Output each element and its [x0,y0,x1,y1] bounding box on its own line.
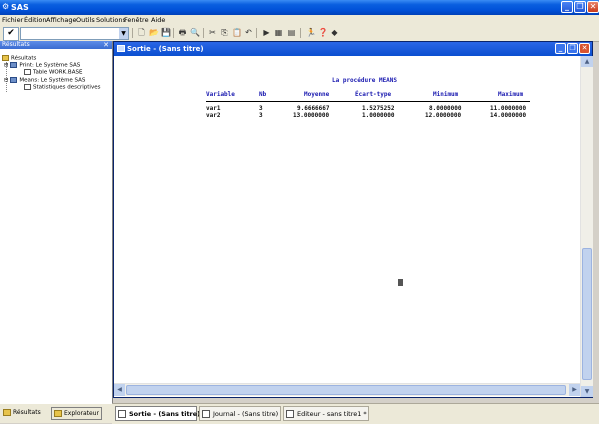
task-editeur[interactable]: Editeur - sans titre1 * [283,406,369,421]
toolbar-separator [300,28,301,38]
column-header: Écart-type [355,91,392,98]
column-header: Moyenne [304,91,330,98]
editor-window-icon [286,410,294,418]
table-cell: 3 [259,105,263,112]
menu-affichage[interactable]: Affichage [46,16,77,25]
table-cell: var2 [206,112,221,119]
output-close-button[interactable]: ✕ [579,43,590,54]
log-window-icon [202,410,210,418]
tree-item-table-work-base[interactable]: Table WORK.BASE [24,69,82,77]
open-icon[interactable]: 📂 [149,28,159,38]
chevron-down-icon[interactable]: ▼ [119,28,128,39]
menu-outils[interactable]: Outils [76,16,95,25]
document-icon [24,69,31,75]
paste-icon[interactable]: 📋 [232,28,242,38]
toolbar-separator [203,28,204,38]
output-window-icon [117,45,125,52]
table-cell: 12.0000000 [425,112,462,119]
app-title: SAS [11,3,29,12]
vertical-scrollbar[interactable]: ▲ ▼ [580,56,593,397]
scroll-right-icon[interactable]: ▶ [569,384,580,396]
print-icon[interactable]: 🖶 [178,28,187,38]
close-button[interactable]: ✕ [587,1,599,13]
table-cell: 1.0000000 [362,112,395,119]
window-taskbar: Sortie - (Sans titre) Journal - (Sans ti… [112,403,599,424]
new-icon[interactable]: 🗋 [137,28,146,38]
tab-explorateur[interactable]: Explorateur [51,407,102,420]
results-panel-header: Résultats ✕ [0,41,112,49]
results-tab-icon [3,409,11,416]
help-icon[interactable]: ❓ [318,28,328,38]
column-header: Variable [206,91,235,98]
print-preview-icon[interactable]: 🔍 [190,28,200,38]
table-cell: 8.0000000 [429,105,462,112]
explorer-icon[interactable]: ▦ [274,28,283,38]
table-cell: 3 [259,112,263,119]
table-cell: 13.0000000 [293,112,330,119]
results-panel-tabs: Résultats Explorateur [0,404,112,423]
sas-logo-icon[interactable]: ◆ [330,28,339,38]
table-cell: 11.0000000 [490,105,527,112]
output-minimize-button[interactable]: _ [555,43,566,54]
column-header: Maximum [498,91,524,98]
document-icon [24,84,31,90]
toolbar-separator [132,28,133,38]
column-header: Minimum [433,91,459,98]
table-rule-top [206,101,530,102]
results-tree-icon [2,55,9,61]
menu-bar: Fichier Édition Affichage Outils Solutio… [0,15,599,26]
task-journal[interactable]: Journal - (Sans titre) [199,406,281,421]
save-icon[interactable]: 💾 [161,28,171,38]
submit-icon[interactable]: ▶ [262,28,271,38]
output-window-icon [118,410,126,418]
text-cursor [398,279,403,286]
table-cell: 14.0000000 [490,112,527,119]
results-icon[interactable]: ▤ [287,28,296,38]
close-icon[interactable]: ✕ [103,41,109,49]
menu-fichier[interactable]: Fichier [2,16,23,25]
results-panel-title: Résultats [2,41,30,48]
explorer-tab-icon [54,410,62,417]
tab-resultats[interactable]: Résultats [3,407,41,418]
scroll-thumb[interactable] [582,248,592,380]
task-sortie[interactable]: Sortie - (Sans titre) [115,406,200,421]
table-cell: var1 [206,105,221,112]
output-maximize-button[interactable]: ❐ [567,43,578,54]
column-header: Nb [259,91,267,98]
menu-solutions[interactable]: Solutions [96,16,126,25]
book-icon [10,62,18,68]
table-cell: 9.6666667 [297,105,330,112]
horizontal-scrollbar[interactable]: ◀ ▶ [114,383,580,396]
cut-icon[interactable]: ✂ [208,28,217,38]
toolbar: ✔ ▼ 🗋 📂 💾 🖶 🔍 ✂ ⎘ 📋 ↶ ▶ ▦ ▤ 🏃 ❓ ◆ [0,26,599,42]
output-content: La procédure MEANS Variable Nb Moyenne É… [114,56,580,383]
output-window: Sortie - (Sans titre) _ ❐ ✕ La procédure… [113,41,593,398]
menu-edition[interactable]: Édition [24,16,47,25]
procedure-title: La procédure MEANS [332,77,398,84]
output-window-titlebar: Sortie - (Sans titre) _ ❐ ✕ [114,42,592,56]
command-box[interactable]: ▼ [20,27,129,40]
undo-icon[interactable]: ↶ [244,28,253,38]
book-icon [10,77,18,83]
app-titlebar: ⚙ SAS _ ❐ ✕ [0,0,599,15]
table-cell: 1.5275252 [362,105,395,112]
toolbar-separator [173,28,174,38]
copy-icon[interactable]: ⎘ [220,28,229,38]
running-man-icon[interactable]: 🏃 [306,28,316,38]
output-window-title: Sortie - (Sans titre) [127,45,204,53]
scroll-thumb[interactable] [126,385,566,395]
scroll-down-icon[interactable]: ▼ [581,386,593,397]
menu-aide[interactable]: Aide [151,16,165,25]
toolbar-separator [256,28,257,38]
scroll-left-icon[interactable]: ◀ [114,384,125,396]
minimize-button[interactable]: _ [561,1,573,13]
tree-item-statistiques[interactable]: Statistiques descriptives [24,84,100,92]
scroll-up-icon[interactable]: ▲ [581,56,593,67]
menu-fenetre[interactable]: Fenêtre [124,16,149,25]
maximize-button[interactable]: ❐ [574,1,586,13]
results-panel: Résultats ✕ Résultats ⊟ Print: Le Systèm… [0,41,113,410]
submit-check-icon[interactable]: ✔ [3,27,19,41]
